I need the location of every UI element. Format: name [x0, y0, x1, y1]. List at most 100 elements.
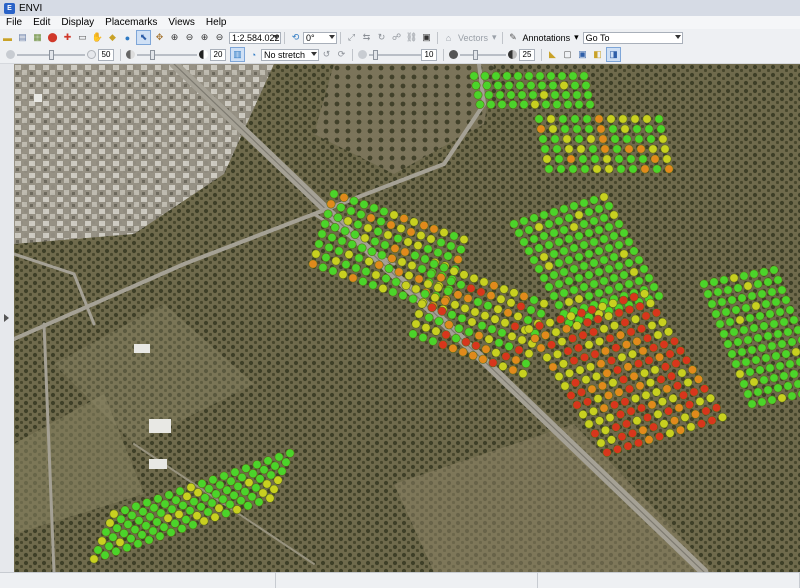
point-marker: [672, 359, 680, 367]
vectors-icon[interactable]: ⌂: [442, 31, 455, 44]
contrast-value[interactable]: 20: [210, 49, 226, 61]
point-marker: [625, 385, 633, 393]
separator: [352, 49, 353, 61]
point-marker: [424, 245, 432, 253]
point-marker: [494, 305, 502, 313]
view-icon[interactable]: ▣: [576, 48, 589, 61]
point-marker: [553, 350, 561, 358]
data-manager-icon[interactable]: ▤: [16, 31, 29, 44]
select-icon[interactable]: ⬉: [136, 30, 151, 45]
point-marker: [599, 135, 607, 143]
point-marker: [509, 366, 517, 374]
point-marker: [663, 155, 671, 163]
menu-file[interactable]: File: [0, 17, 27, 28]
goto-combo[interactable]: Go To: [583, 32, 683, 44]
open-file-icon[interactable]: ▬: [1, 31, 14, 44]
annotations-dropdown-icon[interactable]: ▾: [574, 32, 579, 43]
profile-icon[interactable]: ◣: [546, 48, 559, 61]
point-marker: [758, 398, 766, 406]
flicker-icon[interactable]: ◧: [591, 48, 604, 61]
annotations-icon[interactable]: ✎: [507, 31, 520, 44]
image-view[interactable]: [14, 64, 800, 572]
point-marker: [622, 340, 630, 348]
zoom-out-icon[interactable]: ⊖: [183, 31, 196, 44]
pan-icon[interactable]: ✥: [153, 31, 166, 44]
chevron-down-icon: [273, 35, 279, 39]
point-marker: [167, 528, 175, 536]
portal-icon[interactable]: ▢: [561, 48, 574, 61]
point-marker: [776, 362, 784, 370]
rotate-icon[interactable]: ⟲: [289, 31, 302, 44]
point-marker: [428, 303, 436, 311]
chart-icon[interactable]: ◔: [247, 48, 260, 61]
chip-icon[interactable]: ▣: [420, 31, 433, 44]
point-marker: [559, 115, 567, 123]
stretch-reset-icon[interactable]: ⟳: [335, 48, 348, 61]
point-marker: [531, 100, 539, 108]
point-marker: [450, 267, 458, 275]
menu-help[interactable]: Help: [200, 17, 232, 28]
sharpen-slider[interactable]: [369, 49, 421, 61]
histogram-icon[interactable]: ▥: [230, 47, 245, 62]
stretch-refresh-icon[interactable]: ↺: [320, 48, 333, 61]
hand-icon[interactable]: ✋: [91, 31, 104, 44]
rotation-combo[interactable]: 0°: [303, 32, 337, 44]
point-marker: [740, 326, 748, 334]
point-marker: [549, 125, 557, 133]
zoom-in-icon[interactable]: ⊕: [168, 31, 181, 44]
fixed-zoom-out-icon[interactable]: ⊖: [213, 31, 226, 44]
fly-icon[interactable]: ◆: [106, 31, 119, 44]
globe-icon[interactable]: ●: [121, 31, 134, 44]
status-cell-1: [0, 573, 276, 588]
point-marker: [271, 462, 279, 470]
sharpen-value[interactable]: 10: [421, 49, 437, 61]
placemark-icon[interactable]: ⬤: [46, 31, 59, 44]
point-marker: [580, 262, 588, 270]
cursor-value-icon[interactable]: ☍: [390, 31, 403, 44]
reset-view-icon[interactable]: ⤢: [345, 31, 358, 44]
transparency-value[interactable]: 25: [519, 49, 535, 61]
crosshair-icon[interactable]: ✚: [61, 31, 74, 44]
point-marker: [659, 135, 667, 143]
vectors-label[interactable]: Vectors: [458, 33, 488, 43]
scale-combo[interactable]: 1:2.584.022: [229, 32, 281, 44]
point-marker: [642, 312, 650, 320]
point-marker: [483, 81, 491, 89]
stretch-combo[interactable]: No stretch: [261, 49, 319, 61]
refresh-icon[interactable]: ↻: [375, 31, 388, 44]
menu-placemarks[interactable]: Placemarks: [99, 17, 162, 28]
annotations-label[interactable]: Annotations: [523, 33, 571, 43]
brightness-value[interactable]: 50: [98, 49, 114, 61]
menu-views[interactable]: Views: [162, 17, 200, 28]
swipe-icon[interactable]: ◨: [606, 47, 621, 62]
nav-icon[interactable]: ⇆: [360, 31, 373, 44]
point-marker: [580, 199, 588, 207]
layer-manager-icon[interactable]: ▦: [31, 31, 44, 44]
left-panel-handle[interactable]: [0, 64, 15, 572]
menu-edit[interactable]: Edit: [27, 17, 55, 28]
point-marker: [631, 394, 639, 402]
brightness-slider[interactable]: [17, 49, 85, 61]
point-marker: [249, 469, 257, 477]
fixed-zoom-in-icon[interactable]: ⊕: [198, 31, 211, 44]
print-icon[interactable]: ▭: [76, 31, 89, 44]
link-icon[interactable]: ⛓: [405, 31, 418, 44]
point-marker: [200, 517, 208, 525]
contrast-slider[interactable]: [137, 49, 197, 61]
point-marker: [190, 497, 198, 505]
transparency-slider[interactable]: [460, 49, 506, 61]
point-marker: [630, 372, 638, 380]
expand-arrow-icon[interactable]: [4, 314, 9, 322]
point-marker: [778, 286, 786, 294]
point-marker: [639, 155, 647, 163]
vectors-dropdown-icon[interactable]: ▾: [492, 32, 497, 43]
point-marker: [635, 277, 643, 285]
point-marker: [98, 537, 106, 545]
point-marker: [661, 145, 669, 153]
point-marker: [746, 368, 754, 376]
point-marker: [575, 253, 583, 261]
point-marker: [176, 487, 184, 495]
point-marker: [525, 72, 533, 80]
point-marker: [252, 484, 260, 492]
menu-display[interactable]: Display: [55, 17, 99, 28]
